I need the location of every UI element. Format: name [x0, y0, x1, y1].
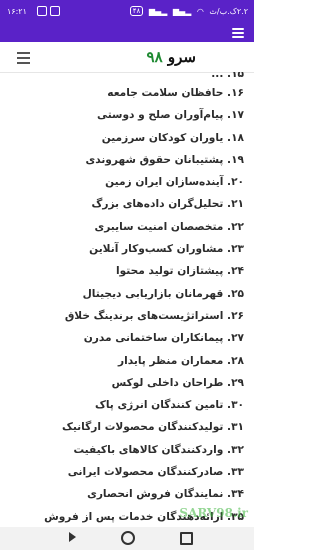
list-item: ۲۴. پیشتازان تولید محتوا [115, 265, 244, 278]
list-item: ۱۷. پیام‌آوران صلح و دوستی [96, 109, 244, 122]
hamburger-menu-icon[interactable] [17, 52, 30, 67]
system-status-icons: ۲.۲ک.ب/ث ◠ ▂▄▆ ▂▄▆ ۴۸ [127, 6, 248, 16]
logo-text: سرو [167, 48, 196, 66]
list-item: ۳۱. تولیدکنندگان محصولات ارگانیک [61, 421, 244, 434]
list-item: ۲۳. مشاوران کسب‌وکار آنلاین [89, 243, 244, 256]
list-item: ۳۲. واردکنندگان کالاهای باکیفیت [73, 443, 244, 456]
list-inner: ۱۵. ... ۱۶. حافظان سلامت جامعه ۱۷. پیام‌آو… [0, 72, 254, 527]
home-icon[interactable] [121, 531, 135, 545]
list-item: ۳۳. صادرکنندگان محصولات ایرانی [67, 466, 244, 479]
list-item: ۲۵. قهرمانان بازاریابی دیجیتال [82, 287, 244, 300]
list-item: ۱۶. حافظان سلامت جامعه [107, 87, 244, 99]
list-item: ۱۸. یاوران کودکان سرزمین [101, 131, 244, 144]
clock: ۱۶:۲۱ [7, 7, 27, 16]
list-item: ۲۹. طراحان داخلی لوکس [111, 376, 244, 389]
app-notification-icon [37, 6, 47, 16]
list-item: ۲۲. متخصصان امنیت سایبری [94, 220, 245, 233]
battery-icon: ۴۸ [129, 6, 144, 16]
top-app-bar [0, 24, 254, 42]
status-bar: ۱۶:۲۱ ۲.۲ک.ب/ث ◠ ▂▄▆ ▂▄▆ ۴۸ [0, 0, 254, 24]
watermark: SARV98.ir [179, 506, 248, 520]
logo-number: ۹۸ [146, 48, 163, 66]
list-item: ۲۷. پیمانکاران ساختمانی مدرن [83, 332, 244, 345]
navigation-bar [0, 527, 254, 550]
network-speed: ۲.۲ک.ب/ث [209, 6, 248, 16]
list-item: ۱۵. ... [211, 72, 244, 80]
wifi-icon: ◠ [196, 6, 204, 16]
list-item: ۳۴. نمایندگان فروش انحصاری [87, 488, 244, 501]
recent-apps-icon[interactable] [180, 532, 193, 545]
list-item: ۲۰. آینده‌سازان ایران زمین [105, 176, 244, 189]
back-icon[interactable] [69, 532, 76, 542]
notification-icons [37, 6, 60, 18]
site-logo[interactable]: سرو ۹۸ [147, 48, 196, 66]
menu-icon[interactable] [232, 28, 244, 40]
list-item: ۲۶. استراتژیست‌های برندینگ خلاق [64, 309, 244, 322]
list-item: ۲۸. معماران منظر پایدار [118, 354, 244, 367]
site-header: سرو ۹۸ [0, 42, 254, 73]
list-item: ۱۹. پشتیبانان حقوق شهروندی [85, 153, 245, 166]
list-item: ۳۰. تامین کنندگان انرژی پاک [94, 399, 244, 412]
signal-icon-2: ▂▄▆ [148, 6, 168, 16]
list-item: ۲۱. تحلیل‌گران داده‌های بزرگ [91, 198, 244, 211]
signal-icon: ▂▄▆ [172, 6, 192, 16]
content-list: ۱۵. ... ۱۶. حافظان سلامت جامعه ۱۷. پیام‌آو… [0, 72, 254, 527]
app-notification-icon-2 [49, 6, 60, 16]
